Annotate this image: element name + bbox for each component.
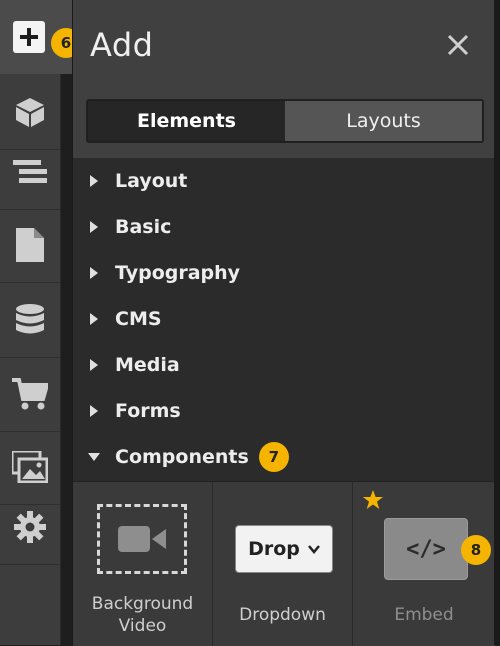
- caret-right-icon: [73, 359, 115, 371]
- pages-rail-button[interactable]: [0, 208, 60, 283]
- components-grid: Background Video Drop Dropdown </> 8 Emb…: [73, 481, 495, 646]
- ecommerce-rail-button[interactable]: [0, 357, 60, 432]
- component-label: Embed: [394, 605, 454, 625]
- panel-title: Add: [90, 26, 154, 64]
- settings-rail-button[interactable]: [0, 490, 60, 565]
- category-label: Basic: [115, 216, 172, 238]
- component-dropdown[interactable]: Drop Dropdown: [213, 482, 353, 646]
- category-label: Layout: [115, 170, 188, 192]
- navigator-rail-button[interactable]: [0, 135, 60, 210]
- component-label: Dropdown: [239, 605, 326, 625]
- canvas-edge: [494, 0, 500, 645]
- cube-icon: [13, 95, 47, 129]
- add-panel: Add Elements Layouts Layout Basic Typogr…: [72, 0, 496, 646]
- assets-icon: [12, 451, 48, 483]
- category-layout[interactable]: Layout: [73, 158, 495, 204]
- cart-icon: [12, 377, 48, 411]
- component-label: Video: [118, 616, 167, 636]
- step-badge: 7: [258, 442, 289, 472]
- category-label: Typography: [115, 262, 241, 284]
- category-label: CMS: [115, 308, 162, 330]
- video-camera-icon: [97, 504, 187, 574]
- page-icon: [16, 228, 44, 262]
- category-basic[interactable]: Basic: [73, 204, 495, 250]
- panel-tabs: Elements Layouts: [86, 99, 484, 143]
- plus-icon: [13, 21, 45, 53]
- close-button[interactable]: [443, 32, 473, 62]
- category-list: Layout Basic Typography CMS Media Forms …: [73, 158, 495, 480]
- category-components[interactable]: Components 7: [73, 434, 495, 480]
- gear-icon: [14, 511, 46, 543]
- caret-right-icon: [73, 405, 115, 417]
- tab-elements[interactable]: Elements: [88, 101, 285, 141]
- caret-right-icon: [73, 313, 115, 325]
- star-icon: [362, 489, 384, 515]
- component-background-video[interactable]: Background Video: [73, 482, 213, 646]
- navigator-icon: [13, 158, 47, 186]
- tab-layouts[interactable]: Layouts: [285, 101, 482, 141]
- category-label: Components: [115, 446, 249, 468]
- dropdown-icon-text: Drop: [248, 538, 300, 560]
- step-badge: 8: [461, 535, 491, 565]
- component-label: Background: [91, 594, 194, 614]
- code-icon-text: </>: [406, 536, 446, 562]
- panel-header: Add Elements Layouts: [73, 0, 495, 158]
- dropdown-icon: Drop: [235, 525, 333, 573]
- left-toolbar: [0, 0, 72, 645]
- cms-rail-button[interactable]: [0, 283, 60, 358]
- category-media[interactable]: Media: [73, 342, 495, 388]
- category-label: Media: [115, 354, 180, 376]
- database-icon: [15, 303, 45, 337]
- caret-right-icon: [73, 221, 115, 233]
- caret-right-icon: [73, 175, 115, 187]
- component-embed[interactable]: </> 8 Embed: [353, 482, 495, 646]
- chevron-down-icon: [307, 544, 320, 554]
- close-icon: [447, 34, 469, 60]
- category-label: Forms: [115, 400, 181, 422]
- code-icon: </>: [384, 518, 468, 580]
- caret-right-icon: [73, 267, 115, 279]
- caret-down-icon: [73, 453, 115, 461]
- category-forms[interactable]: Forms: [73, 388, 495, 434]
- category-cms[interactable]: CMS: [73, 296, 495, 342]
- category-typography[interactable]: Typography: [73, 250, 495, 296]
